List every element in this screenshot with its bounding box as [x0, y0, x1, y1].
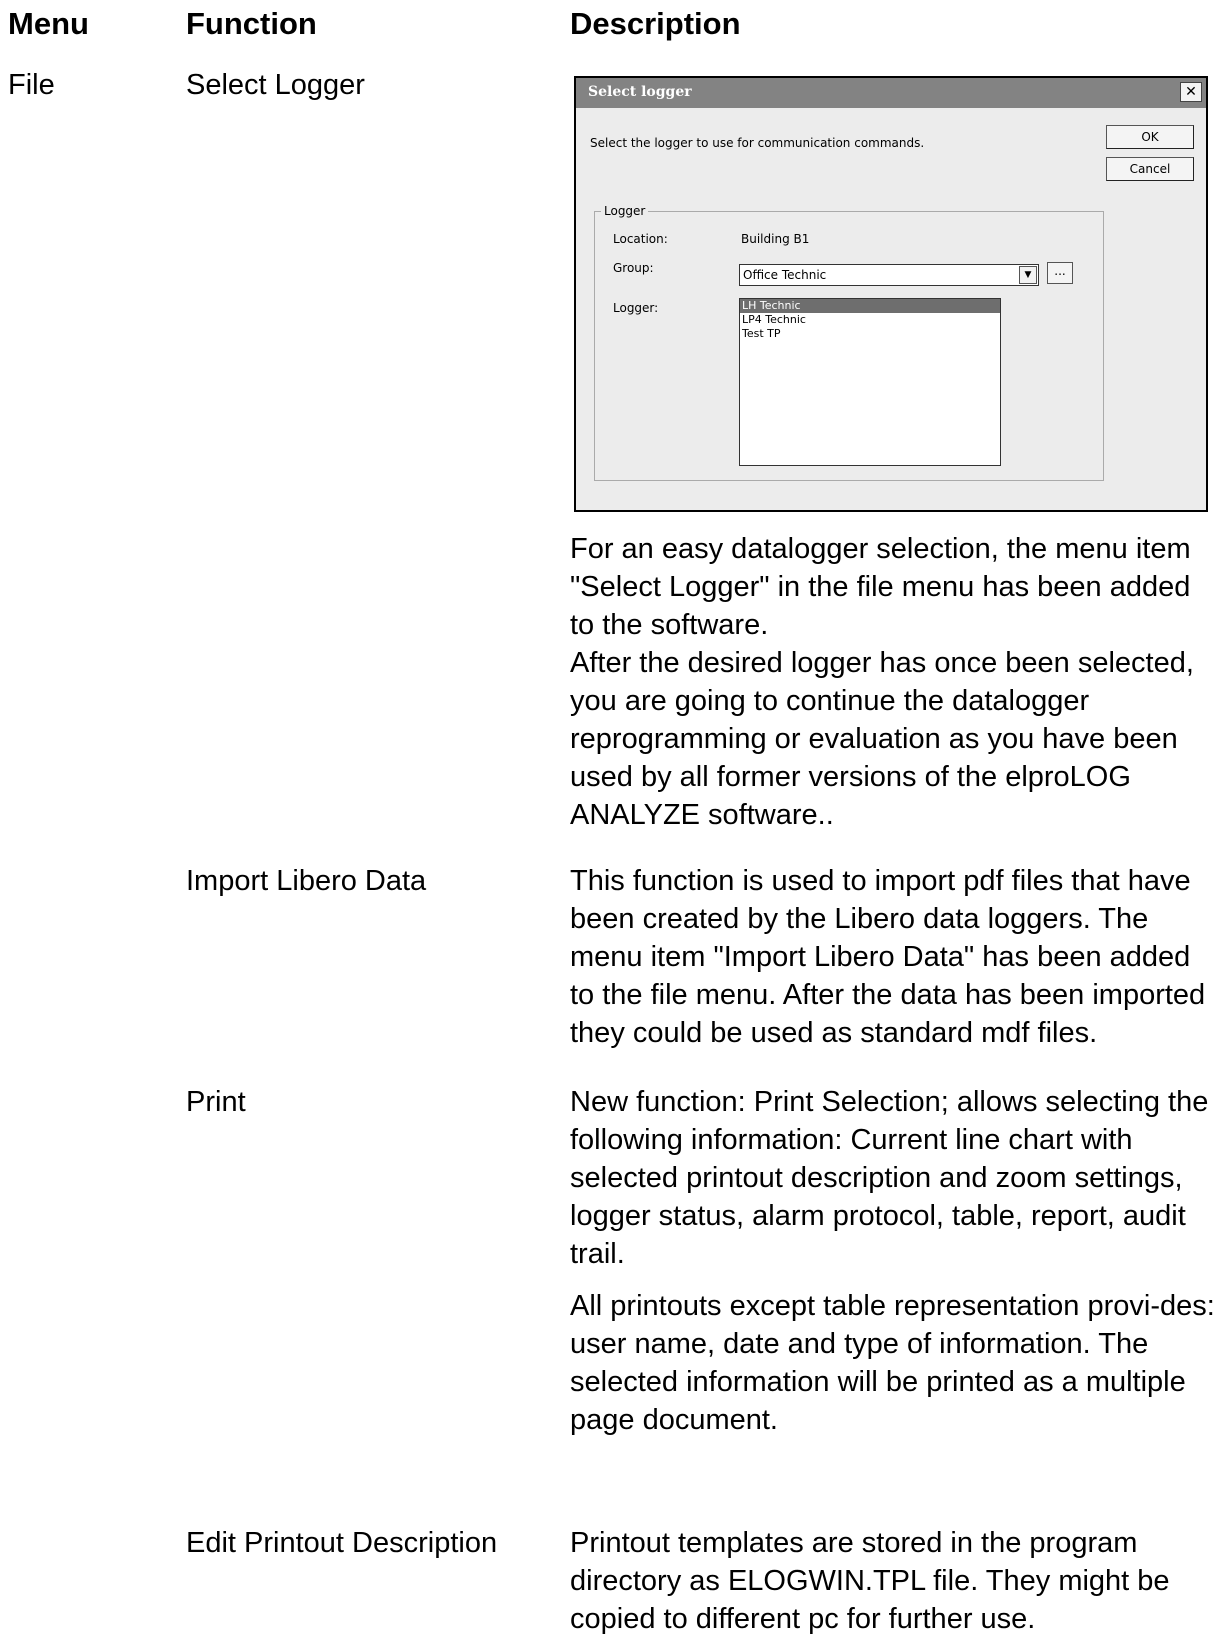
description-paragraph: After the desired logger has once been s… — [570, 647, 1194, 831]
description-paragraph: For an easy datalogger selection, the me… — [570, 533, 1191, 641]
header-menu: Menu — [8, 6, 89, 41]
logger-label: Logger: — [613, 301, 659, 315]
select-logger-description: For an easy datalogger selection, the me… — [570, 530, 1220, 834]
logger-groupbox: Logger Location: Building B1 Group: Offi… — [594, 204, 1104, 481]
description-paragraph: New function: Print Selection; allows se… — [570, 1086, 1209, 1270]
dialog-title: Select logger — [588, 84, 692, 100]
list-item[interactable]: LP4 Technic — [740, 313, 1000, 327]
select-logger-dialog: Select logger ✕ Select the logger to use… — [574, 76, 1208, 512]
browse-group-button[interactable]: ... — [1047, 262, 1073, 284]
dialog-message: Select the logger to use for communicati… — [590, 136, 925, 150]
list-item[interactable]: Test TP — [740, 327, 1000, 341]
header-function: Function — [186, 6, 317, 41]
menu-file: File — [8, 69, 55, 101]
function-import-libero-data: Import Libero Data — [186, 865, 427, 897]
dialog-titlebar: Select logger ✕ — [576, 78, 1206, 108]
close-icon[interactable]: ✕ — [1180, 82, 1202, 102]
location-value: Building B1 — [741, 232, 810, 246]
print-description: New function: Print Selection; allows se… — [570, 1083, 1220, 1439]
logger-listbox[interactable]: LH Technic LP4 Technic Test TP — [739, 298, 1001, 466]
group-select-value: Office Technic — [743, 268, 827, 282]
list-item[interactable]: LH Technic — [740, 299, 1000, 313]
group-label: Group: — [613, 261, 654, 275]
description-paragraph: Printout templates are stored in the pro… — [570, 1527, 1170, 1635]
function-select-logger: Select Logger — [186, 69, 365, 101]
function-edit-printout-description: Edit Printout Description — [186, 1527, 498, 1559]
cancel-button[interactable]: Cancel — [1106, 157, 1194, 181]
location-label: Location: — [613, 232, 668, 246]
description-paragraph: All printouts except table representatio… — [570, 1290, 1215, 1436]
chevron-down-icon[interactable]: ▼ — [1019, 266, 1037, 284]
description-paragraph: This function is used to import pdf file… — [570, 865, 1206, 1049]
edit-printout-description: Printout templates are stored in the pro… — [570, 1524, 1220, 1638]
group-select[interactable]: Office Technic ▼ — [739, 264, 1039, 286]
function-print: Print — [186, 1086, 246, 1118]
ok-button[interactable]: OK — [1106, 125, 1194, 149]
import-libero-description: This function is used to import pdf file… — [570, 862, 1220, 1052]
header-description: Description — [570, 6, 741, 41]
logger-group-legend: Logger — [601, 204, 649, 218]
